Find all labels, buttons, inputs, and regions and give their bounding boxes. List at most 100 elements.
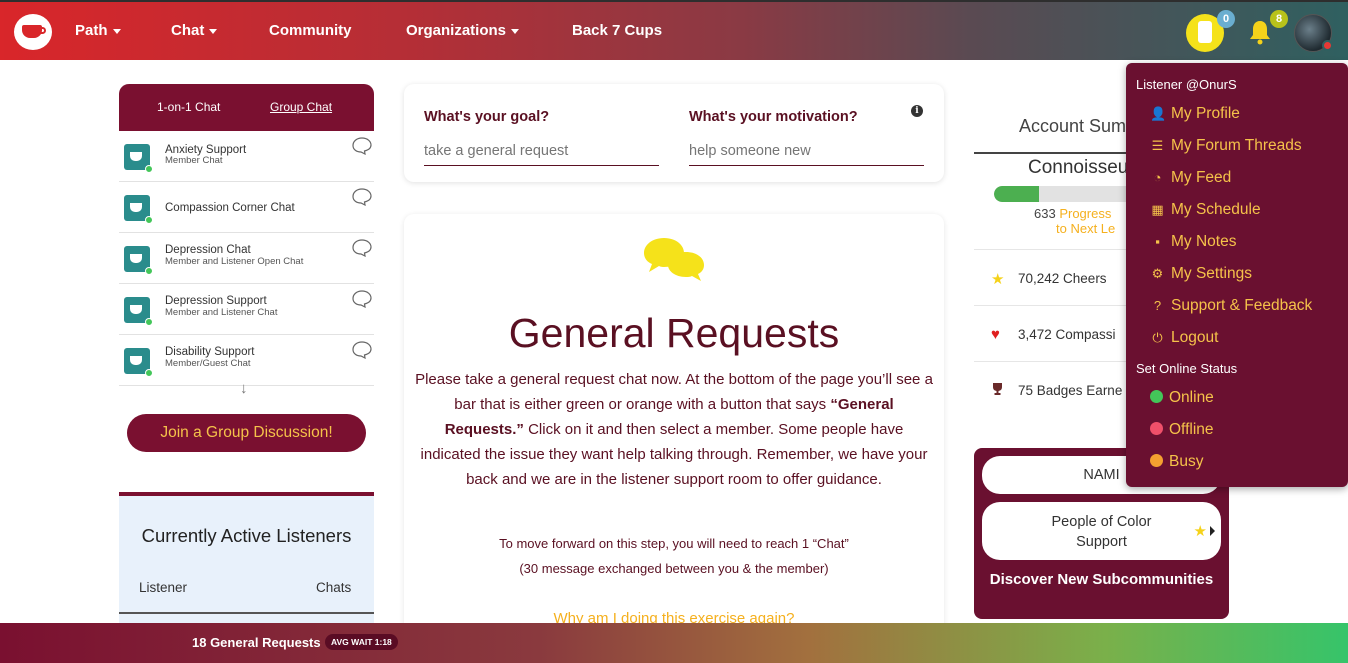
join-group-discussion-button[interactable]: Join a Group Discussion!: [127, 414, 366, 452]
general-requests-count[interactable]: 18 General Requests: [192, 635, 321, 650]
chat-bubble-icon[interactable]: [352, 290, 372, 308]
menu-item-my-forum-threads[interactable]: ☰ My Forum Threads: [1150, 137, 1302, 155]
list-item[interactable]: Disability Support Member/Guest Chat: [119, 335, 374, 386]
nav-back-7-cups[interactable]: Back 7 Cups: [572, 22, 662, 39]
menu-item-label: My Schedule: [1171, 201, 1261, 218]
menu-item-my-settings[interactable]: ⚙ My Settings: [1150, 265, 1252, 283]
stat-text: 3,472 Compassi: [1018, 327, 1116, 342]
goal-field[interactable]: [424, 136, 659, 166]
nav-chat[interactable]: Chat: [171, 22, 218, 39]
menu-username: Listener @OnurS: [1136, 77, 1237, 92]
chat-bubbles-icon: [644, 238, 704, 281]
chevron-down-icon: [511, 28, 520, 34]
list-item[interactable]: Anxiety Support Member Chat: [119, 131, 374, 182]
menu-item-my-feed[interactable]: ◔ My Feed: [1150, 169, 1232, 187]
chat-bubble-icon[interactable]: [352, 239, 372, 257]
avg-wait-badge: AVG WAIT 1:18: [325, 634, 398, 650]
motivation-field[interactable]: [689, 136, 924, 166]
status-label: Online: [1169, 389, 1214, 406]
list-item[interactable]: Depression Chat Member and Listener Open…: [119, 233, 374, 284]
step-requirement: To move forward on this step, you will n…: [499, 536, 849, 551]
room-name: Disability Support: [165, 346, 255, 358]
subcommunity-label: NAMI: [1083, 467, 1120, 483]
nav-organizations-label: Organizations: [406, 22, 507, 39]
level-name: Connoisseu: [1028, 157, 1129, 178]
rss-icon: ◔: [1153, 170, 1162, 185]
jar-count-badge: 0: [1217, 10, 1235, 28]
chevron-down-icon: [112, 28, 121, 34]
menu-item-logout[interactable]: ⏻ Logout: [1150, 329, 1218, 347]
status-online[interactable]: Online: [1150, 389, 1214, 407]
online-dot-icon: [1150, 390, 1163, 403]
list-item[interactable]: Compassion Corner Chat: [119, 182, 374, 233]
general-requests-bar[interactable]: 18 General Requests AVG WAIT 1:18: [0, 623, 1348, 663]
chat-bubble-icon[interactable]: [352, 341, 372, 359]
progress-bar: [994, 186, 1134, 202]
menu-item-my-notes[interactable]: ▪ My Notes: [1150, 233, 1236, 251]
tab-1-on-1-chat[interactable]: 1-on-1 Chat: [157, 100, 220, 114]
motivation-label: What's your motivation?: [689, 109, 858, 125]
divider: [974, 152, 1134, 154]
stat-compassion: ♥ 3,472 Compassi: [974, 305, 1134, 361]
nav-community[interactable]: Community: [269, 22, 352, 39]
tab-group-chat[interactable]: Group Chat: [270, 100, 332, 114]
cup-icon: [124, 144, 153, 173]
progress-label-next: to Next Le: [1056, 221, 1116, 236]
room-name: Depression Chat: [165, 244, 251, 256]
menu-item-support-feedback[interactable]: ? Support & Feedback: [1150, 297, 1312, 315]
bell-icon[interactable]: [1248, 19, 1272, 45]
chevron-right-icon[interactable]: [1210, 526, 1215, 536]
chevron-down-icon: [209, 28, 218, 34]
info-icon[interactable]: i: [911, 105, 923, 117]
subcommunity-people-of-color[interactable]: People of Color Support ★: [982, 502, 1221, 560]
scroll-down-arrow-icon[interactable]: ↓: [240, 380, 248, 397]
room-subtitle: Member and Listener Open Chat: [165, 256, 304, 267]
instructions: Please take a general request chat now. …: [414, 367, 934, 492]
stat-cheers: ★ 70,242 Cheers: [974, 249, 1134, 305]
chat-bubble-icon[interactable]: [352, 137, 372, 155]
menu-item-my-schedule[interactable]: ▦ My Schedule: [1150, 201, 1261, 219]
gear-icon: ⚙: [1151, 266, 1164, 281]
progress-text: 633 Progress to Next Le: [1034, 206, 1115, 236]
list-item[interactable]: Depression Support Member and Listener C…: [119, 284, 374, 335]
cup-icon: [124, 195, 153, 224]
nav-path[interactable]: Path: [75, 22, 121, 39]
calendar-icon: ▦: [1151, 202, 1164, 217]
status-section-header: Set Online Status: [1136, 361, 1238, 376]
nav-chat-label: Chat: [171, 22, 205, 39]
online-indicator: [145, 267, 153, 275]
menu-item-my-profile[interactable]: 👤 My Profile: [1150, 105, 1240, 123]
status-label: Offline: [1169, 421, 1214, 438]
stat-badges: 75 Badges Earne: [974, 361, 1134, 417]
top-navbar: Path Chat Community Organizations Back 7…: [0, 0, 1348, 60]
goal-card: What's your goal? What's your motivation…: [404, 84, 944, 182]
discover-subcommunities-link[interactable]: Discover New Subcommunities: [974, 570, 1229, 590]
nav-back-7-cups-label: Back 7 Cups: [572, 22, 663, 39]
menu-item-label: My Forum Threads: [1171, 137, 1302, 154]
status-busy[interactable]: Busy: [1150, 453, 1203, 471]
chat-tabs: 1-on-1 Chat Group Chat: [119, 84, 374, 131]
avatar[interactable]: [1294, 14, 1333, 52]
nav-community-label: Community: [269, 22, 352, 39]
divider: [119, 612, 374, 614]
goal-label: What's your goal?: [424, 109, 550, 125]
chats-column-header: Chats: [316, 580, 352, 595]
room-name: Compassion Corner Chat: [165, 202, 295, 214]
subcommunity-label: People of Color Support: [1051, 514, 1152, 550]
stat-text: 70,242 Cheers: [1018, 271, 1107, 286]
question-icon: ?: [1153, 298, 1162, 313]
user-icon: 👤: [1150, 106, 1167, 121]
online-indicator: [145, 369, 153, 377]
online-indicator: [145, 165, 153, 173]
status-label: Busy: [1169, 453, 1204, 470]
cup-logo-icon[interactable]: [14, 14, 52, 50]
room-subtitle: Member Chat: [165, 155, 223, 166]
nav-organizations[interactable]: Organizations: [406, 22, 520, 39]
active-listeners-panel: Currently Active Listeners Listener Chat…: [119, 492, 374, 632]
nav-path-label: Path: [75, 22, 108, 39]
trophy-icon: [993, 383, 1002, 395]
status-offline[interactable]: Offline: [1150, 421, 1214, 439]
room-subtitle: Member and Listener Chat: [165, 307, 278, 318]
room-name: Depression Support: [165, 295, 267, 307]
chat-bubble-icon[interactable]: [352, 188, 372, 206]
